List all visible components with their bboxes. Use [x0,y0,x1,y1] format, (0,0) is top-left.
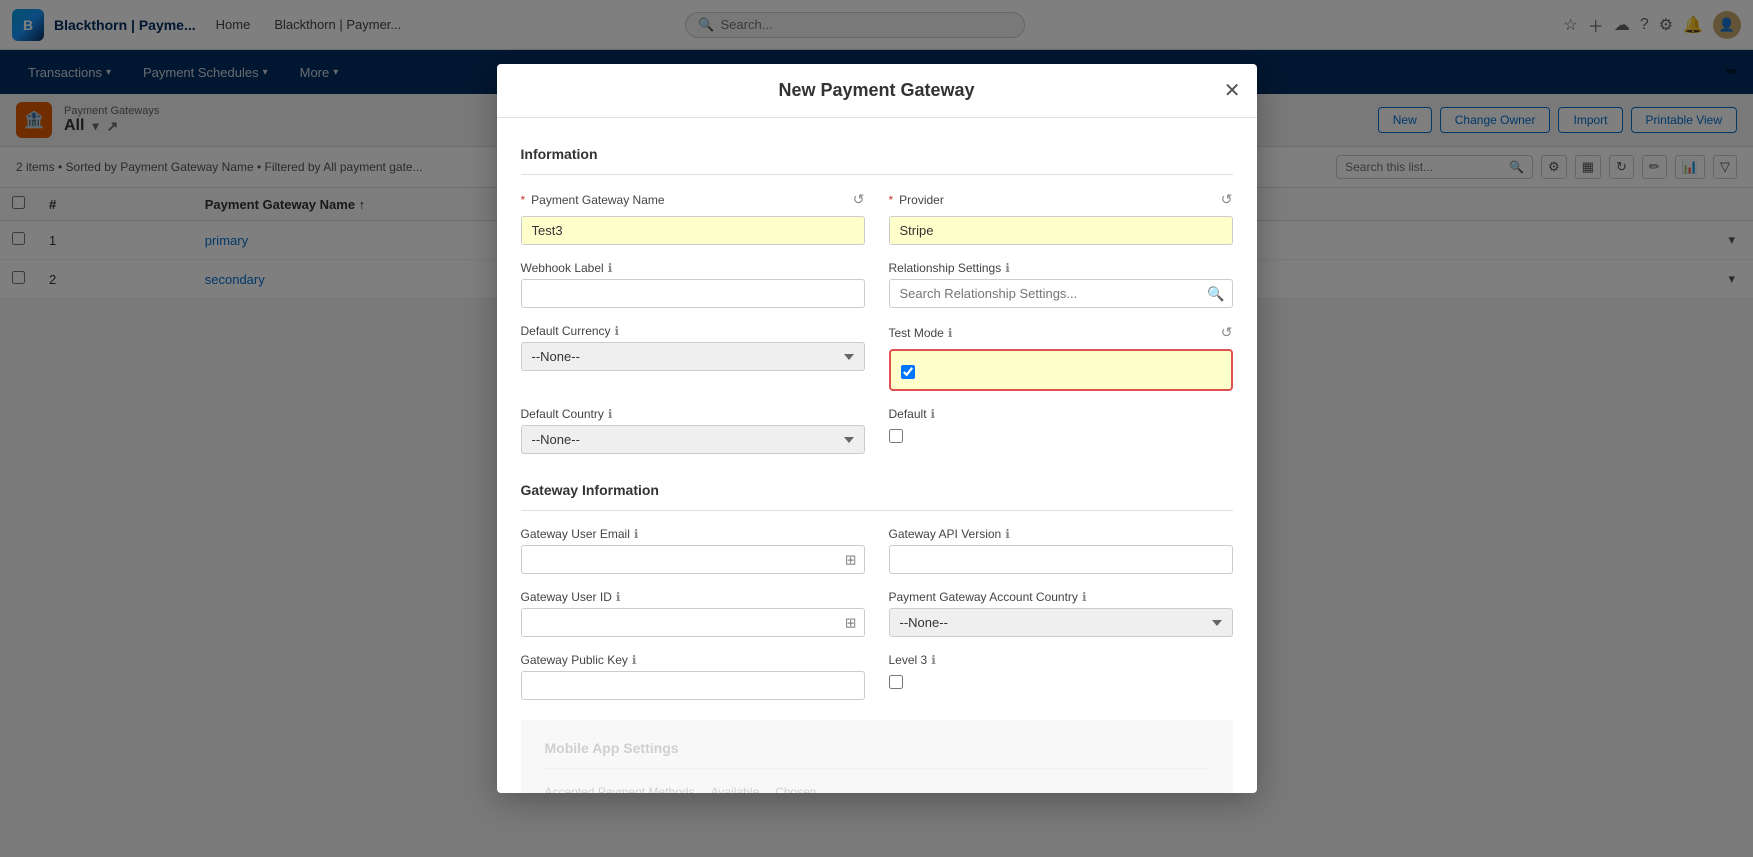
api-version-info-icon: ℹ [1005,527,1010,541]
modal-close-button[interactable]: ✕ [1224,81,1241,101]
test-mode-box [889,349,1233,391]
gateway-api-version-label: Gateway API Version ℹ [889,527,1233,541]
user-id-info-icon: ℹ [616,590,621,604]
webhook-info-icon: ℹ [608,261,613,275]
test-mode-checkbox-row [901,365,1221,379]
test-mode-undo-btn[interactable]: ↺ [1221,324,1233,341]
mobile-section: Mobile App Settings Accepted Payment Met… [521,720,1233,792]
payment-gateway-name-label: Payment Gateway Name [521,193,665,207]
relationship-search-icon: 🔍 [1207,285,1224,302]
public-key-info-icon: ℹ [632,653,637,667]
default-label: Default ℹ [889,407,1233,421]
provider-label: Provider [889,193,944,207]
payment-gateway-name-undo-btn[interactable]: ↺ [853,191,865,208]
account-country-label: Payment Gateway Account Country ℹ [889,590,1233,604]
default-checkbox[interactable] [889,429,903,443]
email-field-icon: ⊞ [845,551,857,568]
modal-title: New Payment Gateway [778,80,974,101]
default-currency-select[interactable]: --None-- [521,342,865,371]
email-info-icon: ℹ [634,527,639,541]
test-mode-group: Test Mode ℹ ↺ [889,324,1233,391]
level-3-checkbox[interactable] [889,675,903,689]
gateway-form-grid: Gateway User Email ℹ ⊞ Gateway API Versi… [521,527,1233,700]
level-3-label: Level 3 ℹ [889,653,1233,667]
gateway-user-id-label: Gateway User ID ℹ [521,590,865,604]
gateway-section-title: Gateway Information [521,474,1233,511]
default-country-group: Default Country ℹ --None-- [521,407,865,454]
information-form-grid: Payment Gateway Name ↺ Provider ↺ Stripe… [521,191,1233,454]
chosen-label: Chosen [775,785,816,792]
provider-undo-btn[interactable]: ↺ [1221,191,1233,208]
account-country-group: Payment Gateway Account Country ℹ --None… [889,590,1233,637]
user-id-field-icon: ⊞ [845,614,857,631]
payment-gateway-name-input[interactable] [521,216,865,245]
default-country-select[interactable]: --None-- [521,425,865,454]
webhook-label-group: Webhook Label ℹ [521,261,865,308]
payment-gateway-name-group: Payment Gateway Name ↺ [521,191,865,245]
information-section-title: Information [521,138,1233,175]
relationship-search-container: 🔍 [889,279,1233,308]
relationship-settings-input[interactable] [889,279,1233,308]
gateway-public-key-group: Gateway Public Key ℹ [521,653,865,700]
level-3-group: Level 3 ℹ [889,653,1233,700]
available-label: Available [711,785,759,792]
webhook-label-input[interactable] [521,279,865,308]
default-country-label: Default Country ℹ [521,407,865,421]
account-country-info-icon: ℹ [1082,590,1087,604]
gateway-user-email-label: Gateway User Email ℹ [521,527,865,541]
relationship-info-icon: ℹ [1005,261,1010,275]
default-info-icon: ℹ [931,407,936,421]
mobile-section-title: Mobile App Settings [545,732,1209,769]
gateway-user-id-container: ⊞ [521,608,865,637]
relationship-settings-group: Relationship Settings ℹ 🔍 [889,261,1233,308]
modal: New Payment Gateway ✕ Information Paymen… [497,64,1257,792]
gateway-user-email-input[interactable] [521,545,865,574]
currency-info-icon: ℹ [615,324,620,338]
default-currency-group: Default Currency ℹ --None-- [521,324,865,391]
country-info-icon: ℹ [608,407,613,421]
accepted-payment-methods-label: Accepted Payment Methods [545,785,695,792]
level3-info-icon: ℹ [931,653,936,667]
modal-overlay: New Payment Gateway ✕ Information Paymen… [0,0,1753,857]
gateway-user-id-input[interactable] [521,608,865,637]
default-currency-label: Default Currency ℹ [521,324,865,338]
modal-header: New Payment Gateway ✕ [497,64,1257,118]
provider-group: Provider ↺ Stripe Authorize.net PayPal B… [889,191,1233,245]
relationship-settings-label: Relationship Settings ℹ [889,261,1233,275]
webhook-label-label: Webhook Label ℹ [521,261,865,275]
default-checkbox-row [889,429,1233,443]
test-mode-info-icon: ℹ [948,326,953,340]
test-mode-label: Test Mode ℹ [889,326,953,340]
modal-body: Information Payment Gateway Name ↺ Provi… [497,118,1257,792]
level3-checkbox-row [889,675,1233,689]
gateway-user-email-container: ⊞ [521,545,865,574]
gateway-public-key-label: Gateway Public Key ℹ [521,653,865,667]
gateway-user-id-group: Gateway User ID ℹ ⊞ [521,590,865,637]
account-country-select[interactable]: --None-- [889,608,1233,637]
gateway-api-version-group: Gateway API Version ℹ [889,527,1233,574]
gateway-public-key-input[interactable] [521,671,865,700]
provider-select[interactable]: Stripe Authorize.net PayPal Braintree [889,216,1233,245]
test-mode-checkbox[interactable] [901,365,915,379]
default-group: Default ℹ [889,407,1233,454]
gateway-user-email-group: Gateway User Email ℹ ⊞ [521,527,865,574]
gateway-api-version-input[interactable] [889,545,1233,574]
